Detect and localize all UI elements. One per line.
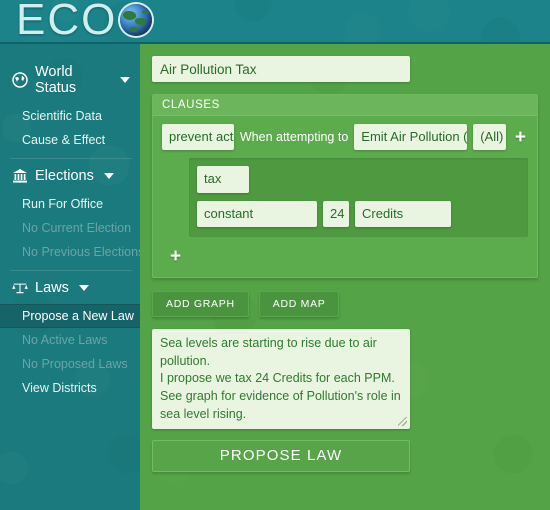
sidebar-item-no-active-laws: No Active Laws xyxy=(22,333,108,347)
add-graph-button[interactable]: ADD GRAPH xyxy=(152,290,249,317)
description-textarea[interactable]: Sea levels are starting to rise due to a… xyxy=(152,328,410,429)
sidebar-header-world-status[interactable]: World Status xyxy=(0,54,140,104)
chevron-down-icon xyxy=(78,285,89,291)
effect-type-select[interactable]: tax xyxy=(197,166,249,193)
clause-scope-select[interactable]: (All) xyxy=(473,124,506,151)
add-clause-container: + xyxy=(153,237,537,267)
bank-icon xyxy=(12,168,28,184)
law-title-input[interactable] xyxy=(152,56,410,82)
sidebar-section-world-status: World Status Scientific Data Cause & Eff… xyxy=(0,54,140,152)
scales-icon xyxy=(12,280,28,296)
clause-action-select[interactable]: prevent action xyxy=(162,124,234,151)
clause-amount-row: constant 24 Credits xyxy=(197,200,520,227)
description-wrapper: Sea levels are starting to rise due to a… xyxy=(152,328,410,429)
propose-law-button[interactable]: PROPOSE LAW xyxy=(152,439,410,472)
sidebar: World Status Scientific Data Cause & Eff… xyxy=(0,44,140,510)
clauses-panel: CLAUSES prevent action When attempting t… xyxy=(152,94,538,278)
sidebar-header-laws[interactable]: Laws xyxy=(0,270,140,304)
sidebar-item-no-proposed-laws: No Proposed Laws xyxy=(22,357,128,371)
sidebar-header-label: World Status xyxy=(35,64,77,96)
sidebar-item-run-for-office[interactable]: Run For Office xyxy=(0,192,140,216)
globe-icon xyxy=(120,4,153,36)
sidebar-header-elections[interactable]: Elections xyxy=(0,158,140,192)
clauses-panel-title: CLAUSES xyxy=(153,95,537,116)
sidebar-section-elections: Elections Run For Office No Current Elec… xyxy=(0,158,140,264)
globe-icon xyxy=(12,72,28,88)
add-clause-row-button[interactable]: + xyxy=(512,128,529,147)
app-header: ECO xyxy=(0,0,550,44)
app-logo: ECO xyxy=(16,0,153,44)
effect-currency-select[interactable]: Credits xyxy=(355,200,451,227)
sidebar-header-label: Laws xyxy=(35,280,69,296)
effect-mode-select[interactable]: constant xyxy=(197,200,317,227)
chevron-down-icon xyxy=(103,173,114,179)
sidebar-item-view-districts[interactable]: View Districts xyxy=(0,376,140,400)
sidebar-item-propose-a-new-law[interactable]: Propose a New Law xyxy=(0,304,140,328)
clause-effect-row: tax xyxy=(197,166,520,193)
clause-connector-label: When attempting to xyxy=(239,130,349,145)
add-map-button[interactable]: ADD MAP xyxy=(258,290,340,317)
chevron-down-icon xyxy=(120,77,130,83)
sidebar-header-label: Elections xyxy=(35,168,94,184)
sidebar-item-no-current-election: No Current Election xyxy=(22,221,132,235)
clause-row: prevent action When attempting to Emit A… xyxy=(153,116,537,151)
sidebar-section-laws: Laws Propose a New Law No Active Laws No… xyxy=(0,270,140,400)
sidebar-item-scientific-data[interactable]: Scientific Data xyxy=(0,104,140,128)
logo-text: ECO xyxy=(16,0,118,44)
effect-amount-input[interactable]: 24 xyxy=(323,200,349,227)
sidebar-item-no-previous-elections: No Previous Elections xyxy=(22,245,140,259)
add-clause-button[interactable]: + xyxy=(167,246,184,267)
clause-activity-select[interactable]: Emit Air Pollution (PPM) xyxy=(354,124,468,151)
main-content: CLAUSES prevent action When attempting t… xyxy=(140,44,550,510)
attachment-actions: ADD GRAPH ADD MAP xyxy=(152,290,540,317)
clause-effect-subpanel: tax constant 24 Credits xyxy=(189,158,528,237)
sidebar-item-cause-and-effect[interactable]: Cause & Effect xyxy=(0,128,140,152)
